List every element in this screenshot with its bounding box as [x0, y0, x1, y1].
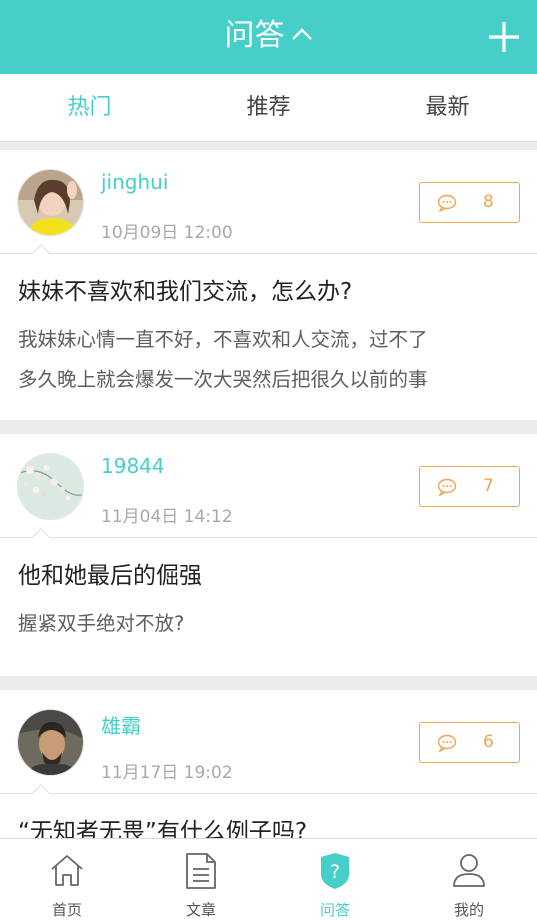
post-time: 10月09日 12:00	[101, 223, 233, 243]
question-excerpt: 握紧双手绝对不放?	[0, 592, 537, 644]
comment-bubble-icon	[437, 734, 457, 752]
excerpt-line: 我妹妹心情一直不好，不喜欢和人交流，过不了	[18, 328, 428, 351]
comment-bubble-icon	[437, 194, 457, 212]
username[interactable]: jinghui	[101, 170, 168, 194]
avatar[interactable]	[17, 709, 84, 776]
nav-articles-label: 文章	[185, 901, 216, 919]
article-icon	[186, 853, 216, 889]
nav-qa[interactable]: ? 问答	[268, 839, 402, 920]
question-card[interactable]: jinghui 10月09日 12:00 8 妹妹不喜欢和我们交流，怎么办? 我…	[0, 150, 537, 420]
comment-count-button[interactable]: 8	[419, 182, 520, 223]
question-card[interactable]: 雄霸 11月17日 19:02 6 “无知者无畏”有什么例子吗?	[0, 690, 537, 850]
bottom-nav: 首页 文章 ? 问答 我的	[0, 838, 537, 920]
nav-profile[interactable]: 我的	[402, 839, 536, 920]
avatar[interactable]	[17, 453, 84, 520]
post-time: 11月04日 14:12	[101, 507, 233, 527]
nav-home-label: 首页	[51, 901, 82, 919]
card-header: 19844 11月04日 14:12 7	[0, 434, 537, 548]
header-title-dropdown[interactable]: 问答	[0, 14, 537, 58]
post-time: 11月17日 19:02	[101, 763, 233, 783]
filter-tabs: 热门 推荐 最新	[0, 74, 537, 142]
home-icon	[51, 855, 83, 886]
svg-text:?: ?	[330, 861, 340, 883]
comment-count: 6	[483, 732, 494, 752]
tab-hot[interactable]: 热门	[0, 74, 179, 142]
comment-count: 8	[483, 192, 494, 212]
question-excerpt: 我妹妹心情一直不好，不喜欢和人交流，过不了 多久晚上就会爆发一次大哭然后把很久以…	[0, 308, 537, 400]
username[interactable]: 19844	[101, 454, 165, 478]
card-header: 雄霸 11月17日 19:02 6	[0, 690, 537, 804]
tab-latest[interactable]: 最新	[358, 74, 537, 142]
comment-count: 7	[483, 476, 494, 496]
top-header: 问答	[0, 0, 537, 74]
header-title-text: 问答	[224, 18, 285, 53]
question-shield-icon: ?	[321, 853, 349, 889]
excerpt-line: 握紧双手绝对不放?	[18, 612, 185, 635]
username[interactable]: 雄霸	[101, 710, 141, 739]
comment-count-button[interactable]: 6	[419, 722, 520, 763]
profile-icon	[453, 854, 485, 887]
question-card[interactable]: 19844 11月04日 14:12 7 他和她最后的倔强 握紧双手绝对不放?	[0, 434, 537, 676]
comment-bubble-icon	[437, 478, 457, 496]
excerpt-line: 多久晚上就会爆发一次大哭然后把很久以前的事	[18, 368, 428, 391]
chevron-up-icon	[291, 27, 312, 40]
nav-home[interactable]: 首页	[0, 839, 134, 920]
card-header: jinghui 10月09日 12:00 8	[0, 150, 537, 264]
nav-articles[interactable]: 文章	[134, 839, 268, 920]
question-title[interactable]: 他和她最后的倔强	[0, 538, 537, 592]
avatar[interactable]	[17, 169, 84, 236]
comment-count-button[interactable]: 7	[419, 466, 520, 507]
nav-qa-label: 问答	[319, 901, 350, 919]
add-question-icon[interactable]	[487, 20, 521, 54]
question-title[interactable]: 妹妹不喜欢和我们交流，怎么办?	[0, 254, 537, 308]
tab-recommended[interactable]: 推荐	[179, 74, 358, 142]
nav-profile-label: 我的	[453, 901, 484, 919]
